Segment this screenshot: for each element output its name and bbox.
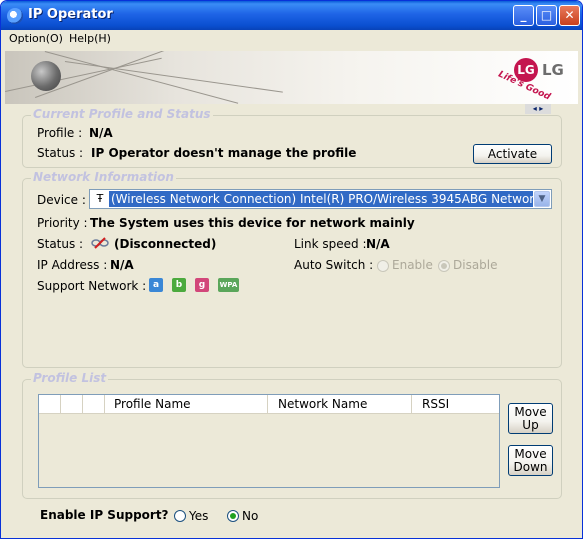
network-a-icon: a	[149, 278, 163, 292]
radio-selected-dot	[441, 263, 447, 269]
move-down-button[interactable]: Move Down	[508, 445, 553, 476]
profile-label: Profile :	[37, 126, 83, 140]
network-g-icon: g	[195, 278, 209, 292]
status-value: IP Operator doesn't manage the profile	[91, 146, 357, 160]
ip-support-yes-radio[interactable]	[174, 510, 186, 522]
auto-switch-disable-label: Disable	[453, 258, 498, 272]
banner-sphere	[31, 61, 61, 91]
auto-switch-disable-radio[interactable]	[438, 260, 450, 272]
auto-switch-enable-label: Enable	[392, 258, 433, 272]
support-network-label: Support Network :	[37, 279, 147, 293]
column-header-icon[interactable]	[61, 395, 83, 413]
ip-operator-window: IP Operator _ □ ✕ Option(O) Help(H) LG L…	[0, 0, 583, 539]
network-b-icon: b	[172, 278, 186, 292]
app-icon	[7, 8, 23, 24]
menu-option[interactable]: Option(O)	[9, 32, 63, 45]
close-button[interactable]: ✕	[559, 5, 580, 26]
net-status-value: (Disconnected)	[114, 237, 217, 251]
device-label: Device :	[37, 193, 86, 207]
radio-selected-dot	[230, 513, 236, 519]
column-header-blank[interactable]	[83, 395, 105, 413]
title-bar[interactable]: IP Operator _ □ ✕	[1, 1, 582, 30]
ip-support-no-radio[interactable]	[227, 510, 239, 522]
ip-support-yes-label: Yes	[189, 509, 209, 523]
menu-help[interactable]: Help(H)	[69, 32, 111, 45]
chevron-down-icon[interactable]: ▼	[534, 191, 550, 207]
auto-switch-enable-radio[interactable]	[377, 260, 389, 272]
column-header-rssi[interactable]: RSSI	[412, 395, 499, 413]
minimize-button[interactable]: _	[513, 5, 534, 26]
move-up-label-2: Up	[522, 418, 539, 432]
status-label: Status :	[37, 146, 84, 160]
net-status-label: Status :	[37, 237, 84, 251]
banner-nav-arrows[interactable]: ◂ ▸	[525, 104, 551, 114]
ip-address-label: IP Address :	[37, 258, 108, 272]
disconnected-icon	[91, 237, 109, 249]
network-info-title: Network Information	[31, 170, 176, 184]
antenna-icon: Ŧ	[96, 192, 104, 205]
profile-list-title: Profile List	[31, 371, 109, 385]
lg-logo-text: LG	[542, 61, 564, 79]
header-banner: LG LG Life's Good	[5, 51, 578, 104]
ip-support-no-label: No	[242, 509, 259, 523]
device-select-value: (Wireless Network Connection) Intel(R) P…	[109, 191, 533, 207]
ip-support-label: Enable IP Support?	[40, 508, 169, 522]
auto-switch-label: Auto Switch :	[294, 258, 374, 272]
menu-bar: Option(O) Help(H)	[1, 30, 582, 49]
ip-address-value: N/A	[110, 258, 134, 272]
priority-value: The System uses this device for network …	[90, 216, 415, 230]
wpa-icon: WPA	[218, 278, 239, 292]
column-header-profile-name[interactable]: Profile Name	[105, 395, 268, 413]
move-up-button[interactable]: Move Up	[508, 403, 553, 434]
profile-value: N/A	[89, 126, 113, 140]
maximize-button[interactable]: □	[536, 5, 557, 26]
move-down-label-2: Down	[513, 460, 548, 474]
profile-list-header: Profile Name Network Name RSSI	[39, 395, 499, 414]
link-speed-label: Link speed :	[294, 237, 367, 251]
column-header-check[interactable]	[39, 395, 61, 413]
column-header-network-name[interactable]: Network Name	[268, 395, 412, 413]
device-select[interactable]: Ŧ (Wireless Network Connection) Intel(R)…	[89, 189, 552, 209]
activate-button[interactable]: Activate	[473, 144, 552, 164]
profile-list-view[interactable]: Profile Name Network Name RSSI	[38, 394, 500, 488]
current-profile-title: Current Profile and Status	[31, 107, 213, 121]
window-title: IP Operator	[28, 7, 113, 22]
link-speed-value: N/A	[366, 237, 390, 251]
priority-label: Priority :	[37, 216, 88, 230]
